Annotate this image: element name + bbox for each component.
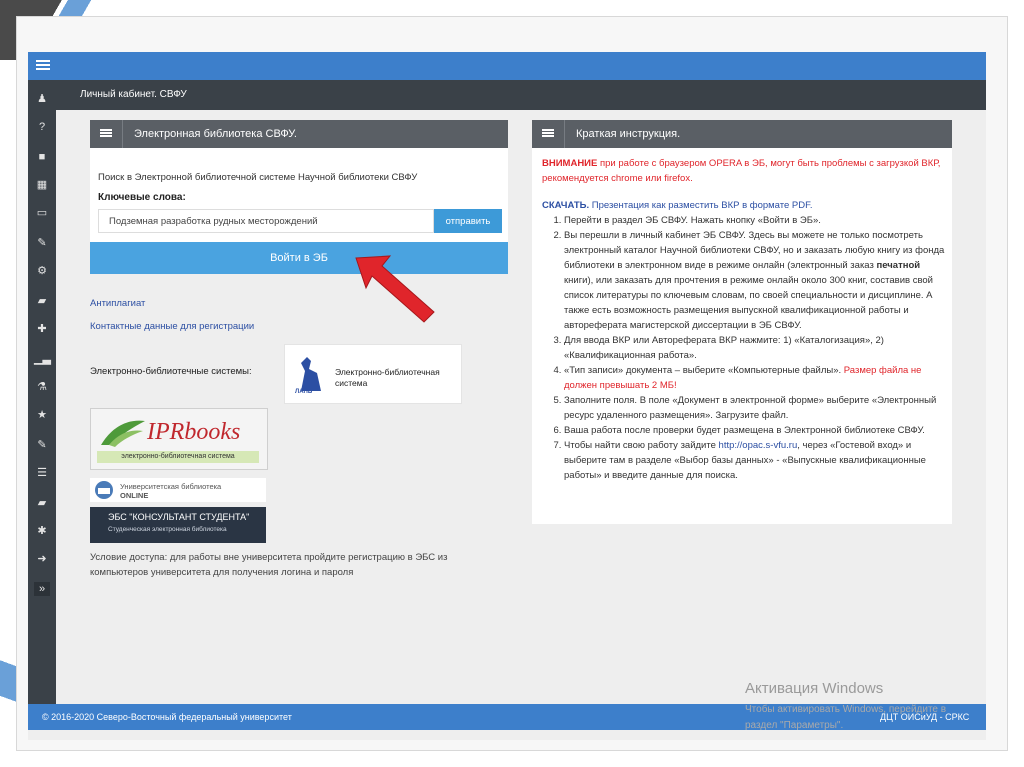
instruction-panel-header: Краткая инструкция.: [532, 120, 952, 148]
send-button[interactable]: отправить: [434, 209, 502, 233]
breadcrumb: Личный кабинет. СВФУ: [80, 89, 187, 100]
iprbooks-subtitle: электронно-библиотечная система: [97, 451, 259, 463]
plus-icon[interactable]: ✚: [34, 322, 50, 336]
library-panel-title: Электронная библиотека СВФУ.: [134, 128, 297, 140]
step-5: Заполните поля. В поле «Документ в элект…: [564, 393, 952, 423]
edit-icon-2[interactable]: ✎: [34, 438, 50, 452]
search-intro: Поиск в Электронной библиотечной системе…: [98, 172, 418, 183]
warning-text: при работе с браузером OPERA в ЭБ, могут…: [542, 158, 941, 184]
flask-icon[interactable]: ⚗: [34, 380, 50, 394]
list-icon[interactable]: ☰: [34, 466, 50, 480]
step-7-text: Чтобы найти свою работу зайдите: [564, 440, 719, 451]
step-1: Перейти в раздел ЭБ СВФУ. Нажать кнопку …: [564, 213, 952, 228]
question-icon[interactable]: ?: [34, 120, 50, 134]
student-consultant-subtitle: Студенческая электронная библиотека: [108, 526, 227, 533]
lan-logo-text: ЛАНЬ: [295, 389, 313, 395]
list-icon: [100, 128, 112, 140]
step-2-text-end: книги), или заказать для прочтения в реж…: [564, 275, 933, 331]
edit-icon[interactable]: ✎: [34, 236, 50, 250]
keywords-label: Ключевые слова:: [98, 192, 186, 203]
app-window: ♟ ? ■ ▦ ▭ ✎ ⚙ ▰ ✚ ▁▃ ⚗ ★ ✎ ☰ ▰ ✱ ➜ » Лич…: [28, 52, 986, 740]
step-7: Чтобы найти свою работу зайдите http://o…: [564, 438, 952, 483]
iprbooks-logo-link[interactable]: IPRbooks электронно-библиотечная система: [90, 408, 268, 470]
book-icon-2[interactable]: ▰: [34, 496, 50, 510]
sidebar: ♟ ? ■ ▦ ▭ ✎ ⚙ ▰ ✚ ▁▃ ⚗ ★ ✎ ☰ ▰ ✱ ➜ »: [28, 80, 56, 704]
download-line: СКАЧАТЬ. Презентация как разместить ВКР …: [542, 198, 952, 213]
windows-activation-text: Чтобы активировать Windows, перейдите в …: [745, 702, 985, 734]
red-arrow-icon: [355, 255, 435, 323]
step-2: Вы перешли в личный кабинет ЭБ СВФУ. Зде…: [564, 228, 952, 333]
angle-double-right-icon[interactable]: »: [34, 582, 50, 596]
university-library-line1: Университетская библиотека: [120, 482, 222, 491]
contacts-link[interactable]: Контактные данные для регистрации: [90, 321, 254, 332]
warning-label: ВНИМАНИЕ: [542, 158, 598, 169]
star-icon[interactable]: ★: [34, 408, 50, 422]
top-bar: [28, 52, 986, 80]
student-consultant-title: ЭБС "КОНСУЛЬТАНТ СТУДЕНТА": [108, 512, 250, 522]
chart-icon[interactable]: ▁▃: [34, 352, 51, 366]
download-text[interactable]: Презентация как разместить ВКР в формате…: [589, 200, 813, 211]
university-library-text: Университетская библиотека ONLINE: [120, 482, 221, 500]
breadcrumb-bar: Личный кабинет. СВФУ: [56, 80, 986, 110]
lan-name: Электронно-библиотечная система: [335, 367, 440, 388]
opac-link[interactable]: http://opac.s-vfu.ru: [719, 440, 798, 451]
hamburger-menu-icon[interactable]: [36, 58, 50, 72]
enter-eb-button[interactable]: Войти в ЭБ: [90, 242, 508, 274]
step-3: Для ввода ВКР или Автореферата ВКР нажми…: [564, 333, 952, 363]
instruction-steps: Перейти в раздел ЭБ СВФУ. Нажать кнопку …: [542, 213, 952, 483]
id-card-icon[interactable]: ▭: [34, 206, 50, 220]
opera-warning: ВНИМАНИЕ при работе с браузером OPERA в …: [542, 156, 952, 186]
table-icon[interactable]: ▦: [34, 178, 50, 192]
cogs-icon[interactable]: ⚙: [34, 264, 50, 278]
student-consultant-link[interactable]: ЭБС "КОНСУЛЬТАНТ СТУДЕНТА" Студенческая …: [90, 507, 266, 543]
ebs-label: Электронно-библиотечные системы:: [90, 366, 252, 377]
asterisk-icon[interactable]: ✱: [34, 524, 50, 538]
university-library-icon: [95, 481, 113, 499]
keywords-input[interactable]: [98, 209, 434, 233]
access-condition: Условие доступа: для работы вне универси…: [90, 552, 448, 578]
step-2-bold: печатной: [876, 260, 921, 271]
download-link[interactable]: СКАЧАТЬ.: [542, 200, 589, 211]
university-library-online-link[interactable]: Университетская библиотека ONLINE: [90, 478, 266, 502]
lan-logo-link[interactable]: ЛАНЬ Электронно-библиотечная система: [284, 344, 462, 404]
iprbooks-leaf-icon: [101, 420, 145, 447]
windows-activation-title: Активация Windows: [745, 680, 884, 697]
instruction-content: ВНИМАНИЕ при работе с браузером OPERA в …: [542, 156, 952, 483]
university-library-line2: ONLINE: [120, 491, 149, 500]
antiplagiat-link[interactable]: Антиплагиат: [90, 298, 145, 309]
step-6: Ваша работа после проверки будет размеще…: [564, 423, 952, 438]
library-panel-header: Электронная библиотека СВФУ.: [90, 120, 508, 148]
book-icon[interactable]: ▰: [34, 294, 50, 308]
briefcase-icon[interactable]: ■: [34, 150, 50, 164]
instruction-panel-title: Краткая инструкция.: [576, 128, 681, 140]
windows-activation-line1: Чтобы активировать Windows, перейдите в: [745, 704, 947, 715]
sign-out-icon[interactable]: ➜: [34, 552, 50, 566]
step-4: «Тип записи» документа – выберите «Компь…: [564, 363, 952, 393]
male-icon[interactable]: ♟: [34, 92, 50, 106]
list-icon: [542, 128, 554, 140]
step-4-text: «Тип записи» документа – выберите «Компь…: [564, 365, 842, 376]
iprbooks-title: IPRbooks: [147, 419, 241, 445]
copyright: © 2016-2020 Северо-Восточный федеральный…: [42, 712, 292, 722]
windows-activation-line2: раздел "Параметры".: [745, 720, 844, 731]
